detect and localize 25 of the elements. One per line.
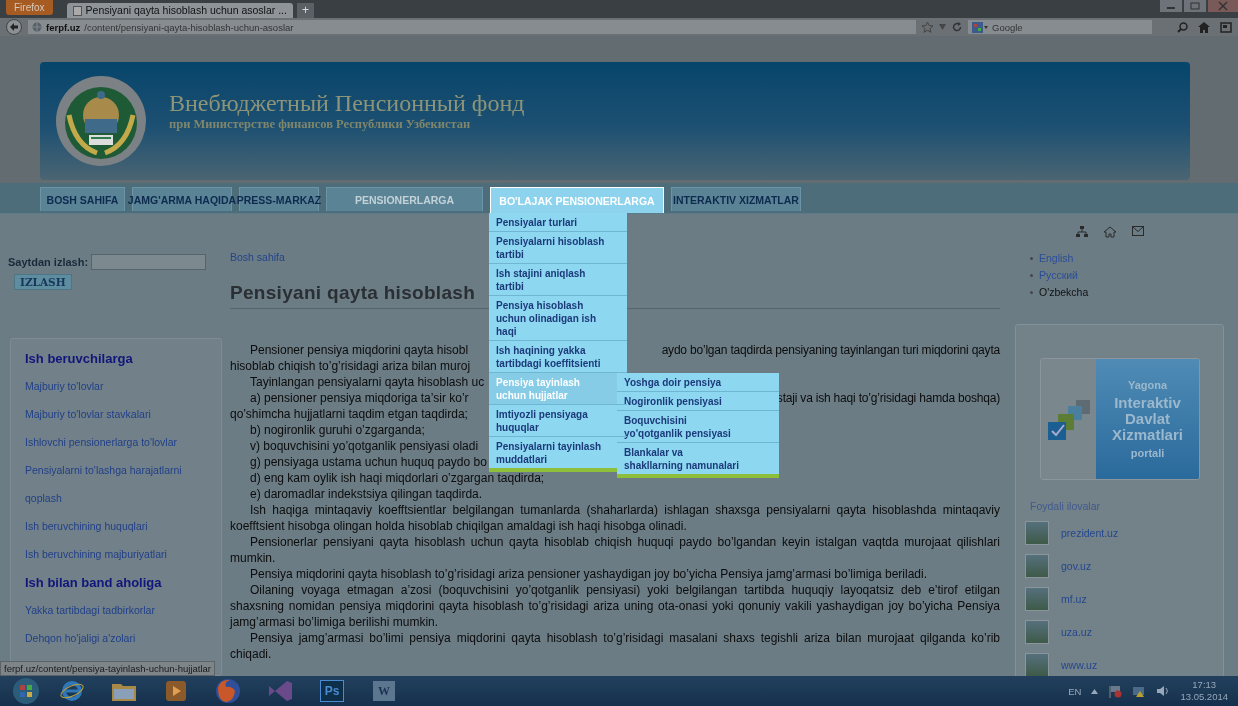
article-paragraph: Pensiya jamg’armasi bo’limi pensiya miqdorini qayta hisoblash to’g’risidagi masalani shaxs tegishli ariza bilan murojaat qilganda ko’rib chiqadi.	[230, 630, 1000, 662]
clock-date: 13.05.2014	[1180, 691, 1228, 703]
article-paragraph: b) nogironlik guruhi o’zgarganda;	[249, 422, 425, 438]
site-subtitle: при Министерстве финансов Республики Узбекистан	[169, 116, 472, 132]
article-text: Pensioner pensiya miqdorini qayta hisobl	[249, 342, 469, 358]
article-text: hisoblab chiqish to’g’risidagi ariza bilan muroj	[230, 358, 471, 374]
article-text: Tayinlangan pensiyalarni qayta hisoblash uc	[249, 374, 485, 390]
search-placeholder: Google	[992, 21, 1023, 33]
article-paragraph: Pensionerlar pensiyani qayta hisoblash uchun qayta hisoblab chiqish huquqi paydo bo’lgandan keyin istalgan vaqtda murojaat qilishlari mumkin.	[230, 534, 1000, 566]
article-paragraph: g) pensiyaga ustama uchun huquq paydo bo	[249, 454, 487, 470]
search-label: Saytdan izlash:	[8, 256, 89, 268]
article-paragraph: d) eng kam oylik ish haqi miqdorlari o’zgargan taqdirda;	[249, 470, 545, 486]
clock-time: 17:13	[1192, 679, 1217, 691]
status-url: ferpf.uz/content/pensiya-tayinlash-uchun-hujjatlar	[4, 663, 211, 674]
article-paragraph: Pensiya miqdorini qayta hisoblash to’g’risidagi ariza pensioner yashaydigan joy bo’yicha Pensiya jamg’armasi bo’limiga beriladi.	[249, 566, 928, 582]
article-paragraph: e) daromadlar indekstsiya qilingan taqdirda.	[249, 486, 483, 502]
article-text: aydo bo’lgan taqdirda pensiyaning tayinlangan turi miqdorini qayta	[661, 342, 1000, 358]
article-paragraph: v) boquvchisini yo’qotganlik pensiyasi oladi	[249, 438, 479, 454]
article-paragraph: Oilaning voyaga etmagan a’zosi (boquvchisini yo’qotganlik pensiyasi) yoki belgilangan tartibda huquqiy layoqatsiz deb e’tirof etilgan shaxsning nomidan pensiya miqdorini qayta hisoblash to’g’risidagi ariza uning ota-onasi yoki qonuniy vakili yashaydigan joy bo’yicha Pensiya jamg’armasi bo’limiga berilishi mumkin.	[230, 582, 1000, 630]
sidebar-heading: Ish beruvchilarga	[25, 351, 134, 366]
sidebar-heading: Ish bilan band aholiga	[25, 575, 163, 590]
article-text: a) pensioner pensiya miqdoriga ta’sir ko’r	[249, 390, 469, 406]
site-title: Внебюджетный Пенсионный фонд	[169, 88, 525, 117]
article-paragraph: Ish haqiga mintaqaviy koefftsientlar belgilangan tumanlarda (shaharlarda) ishlagan shaxsga pensiyalarni qayta hisoblashda mintaqaviy koefftsient hisobga olingan holda hisoblab chiqilgan amaldagi ish haqi hisobga olinadi.	[230, 502, 1000, 534]
article-paragraph: qo’shimcha hujjatlarni taqdim etgan taqdirda;	[230, 406, 468, 422]
